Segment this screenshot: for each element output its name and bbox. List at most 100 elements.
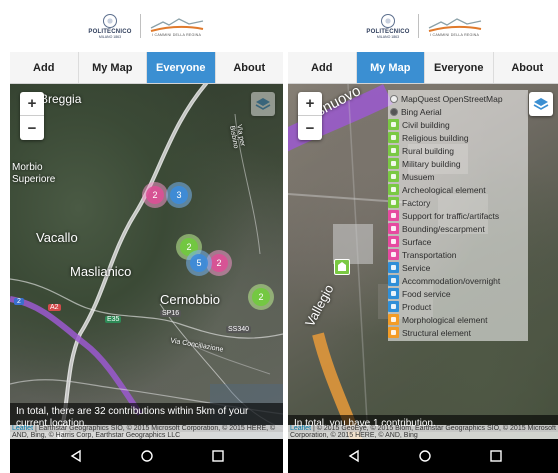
tab-my-map[interactable]: My Map [79,52,147,83]
logo-divider [417,14,419,38]
tab-my-map[interactable]: My Map [356,52,425,83]
overlay-layer-option[interactable]: Rural building [388,144,528,157]
recents-icon[interactable] [489,449,503,463]
overlay-layer-label: Archeological element [402,184,486,195]
base-layer-label: Bing Aerial [401,106,442,117]
tab-about[interactable]: About [494,52,558,83]
attribution-text: | © 2015 GeoEye, © 2015 Blom, Earthstar … [290,425,556,439]
politecnico-seal-icon [102,13,117,28]
cluster-count: 5 [190,254,208,272]
cluster-marker[interactable]: 2 [142,182,168,208]
recents-icon[interactable] [211,449,225,463]
overlay-layer-option[interactable]: Morphological element [388,313,528,326]
overlay-category-icon [388,145,399,156]
overlay-layer-label: Bounding/escarpment [402,223,485,234]
leaflet-link[interactable]: Leaflet [12,425,33,432]
overlay-layer-option[interactable]: Archeological element [388,183,528,196]
zoom-control: + − [20,92,44,140]
overlay-layer-option[interactable]: Religious building [388,131,528,144]
overlay-layer-label: Food service [402,288,451,299]
overlay-layer-option[interactable]: Transportation [388,248,528,261]
cammini-title: I CAMMINI DELLA REGINA [430,32,480,37]
overlay-layer-option[interactable]: Support for traffic/artifacts [388,209,528,222]
overlay-layer-label: Service [402,262,431,273]
politecnico-logo: POLITECNICO MILANO 1863 [88,13,131,39]
layers-button[interactable] [529,92,553,116]
base-layer-label: MapQuest OpenStreetMap [401,93,503,104]
overlay-layer-label: Accommodation/overnight [402,275,501,286]
cluster-marker[interactable]: 5 [186,250,212,276]
overlay-layer-option[interactable]: Factory [388,196,528,209]
main-tabs: Add My Map Everyone About [10,52,283,84]
overlay-layer-label: Civil building [402,119,450,130]
brand-header: POLITECNICO MILANO 1863 I CAMMINI DELLA … [10,0,283,52]
zoom-in-button[interactable]: + [20,92,44,116]
overlay-category-icon [388,262,399,273]
zoom-in-button[interactable]: + [298,92,322,116]
phone-screen-everyone: POLITECNICO MILANO 1863 I CAMMINI DELLA … [10,0,283,473]
map-view[interactable]: Breggia Morbio Superiore Vacallo Maslian… [10,84,283,439]
overlay-category-icon [388,301,399,312]
tab-everyone[interactable]: Everyone [147,52,216,83]
contribution-marker[interactable] [334,259,350,275]
cluster-count: 3 [170,186,188,204]
zoom-out-button[interactable]: − [20,116,44,140]
base-layer-option[interactable]: Bing Aerial [388,105,528,118]
layers-icon [255,98,271,110]
overlay-layer-option[interactable]: Surface [388,235,528,248]
overlay-list: Civil building Religious building Rural bu… [388,118,528,339]
overlay-category-icon [388,119,399,130]
road-shield-e35: E35 [105,316,122,323]
radio-icon[interactable] [390,94,398,103]
place-label-maslianico: Maslianico [70,264,132,279]
home-icon[interactable] [418,449,432,463]
overlay-layer-option[interactable]: Structural element [388,326,528,339]
overlay-layer-option[interactable]: Service [388,261,528,274]
logo-divider [139,14,141,38]
overlay-layer-option[interactable]: Musuem [388,170,528,183]
map-view[interactable]: Casnuovo Vallegio + − MapQuest OpenStree… [288,84,558,439]
layer-switcher-panel: MapQuest OpenStreetMap Bing Aerial Civil… [388,90,528,341]
overlay-layer-option[interactable]: Product [388,300,528,313]
overlay-category-icon [388,236,399,247]
screenshot-stage: POLITECNICO MILANO 1863 I CAMMINI DELLA … [0,0,558,473]
overlay-layer-option[interactable]: Military building [388,157,528,170]
overlay-category-icon [388,249,399,260]
cluster-count: 2 [252,288,270,306]
cluster-count: 2 [210,254,228,272]
overlay-category-icon [388,314,399,325]
overlay-layer-label: Surface [402,236,432,247]
cluster-marker[interactable]: 3 [166,182,192,208]
overlay-layer-option[interactable]: Bounding/escarpment [388,222,528,235]
overlay-layer-label: Factory [402,197,431,208]
overlay-layer-label: Structural element [402,327,471,338]
overlay-layer-label: Musuem [402,171,435,182]
overlay-layer-option[interactable]: Food service [388,287,528,300]
road-shield-a2: A2 [48,304,61,311]
zoom-out-button[interactable]: − [298,116,322,140]
overlay-layer-option[interactable]: Civil building [388,118,528,131]
cluster-count: 2 [146,186,164,204]
cammini-mountain-icon [428,17,481,32]
back-icon[interactable] [69,449,83,463]
tab-add[interactable]: Add [10,52,79,83]
tab-everyone[interactable]: Everyone [425,52,494,83]
overlay-category-icon [388,171,399,182]
layers-button[interactable] [251,92,275,116]
leaflet-link[interactable]: Leaflet [290,425,311,432]
home-icon[interactable] [140,449,154,463]
phone-screen-my-map: POLITECNICO MILANO 1863 I CAMMINI DELLA … [288,0,558,473]
overlay-layer-option[interactable]: Accommodation/overnight [388,274,528,287]
back-icon[interactable] [347,449,361,463]
overlay-category-icon [388,184,399,195]
cluster-marker[interactable]: 2 [248,284,274,310]
overlay-layer-label: Rural building [402,145,454,156]
android-nav-bar [288,439,558,473]
radio-icon[interactable] [390,107,398,116]
tab-add[interactable]: Add [288,52,357,83]
base-layer-option[interactable]: MapQuest OpenStreetMap [388,92,528,105]
politecnico-subtitle: MILANO 1863 [376,34,400,39]
attribution-text: | Earthstar Geographics SIO, © 2015 Micr… [12,425,276,439]
tab-about[interactable]: About [216,52,284,83]
cammini-logo: I CAMMINI DELLA REGINA [427,16,483,37]
